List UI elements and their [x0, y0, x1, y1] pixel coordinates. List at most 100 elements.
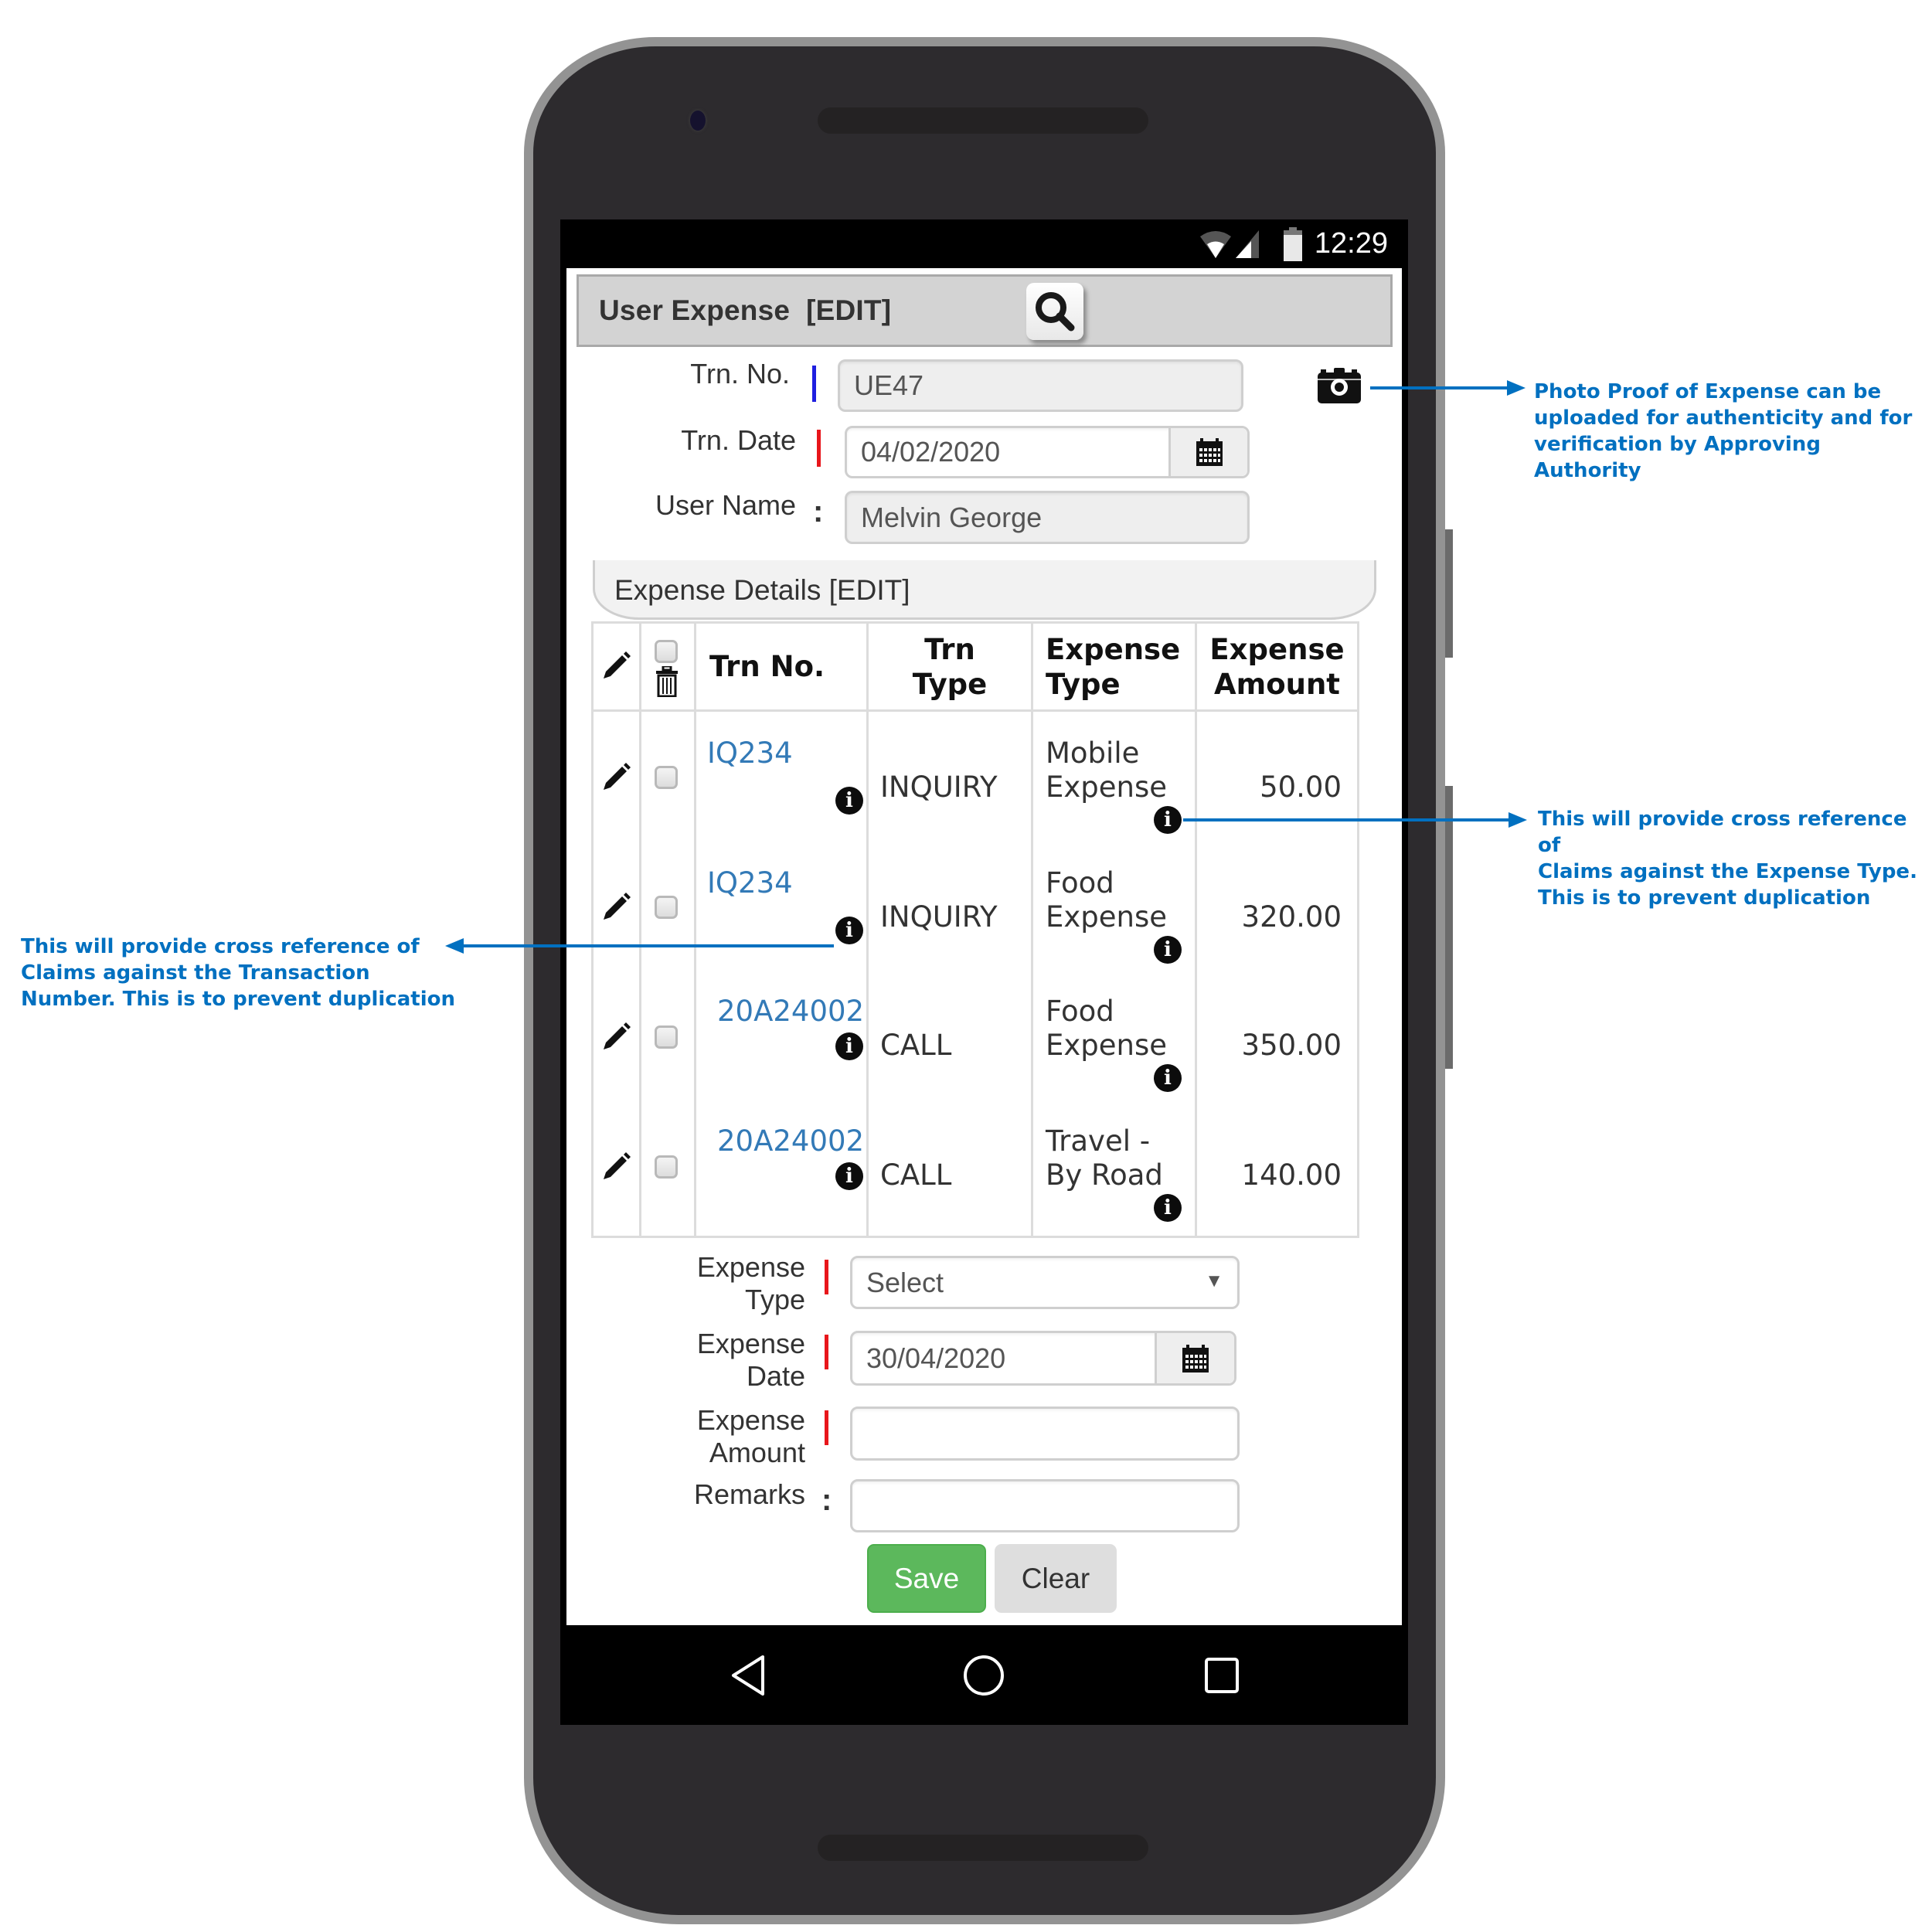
search-icon [1036, 292, 1075, 332]
expense-type-info-icon[interactable]: i [1154, 1064, 1182, 1092]
trn-no-info-icon[interactable]: i [835, 1162, 863, 1190]
expense-type-line2: Expense [1046, 770, 1168, 804]
user-name-value: Melvin George [861, 501, 1043, 533]
table-border [591, 1236, 1359, 1238]
annotation-line: Claims against the Expense Type. [1538, 860, 1917, 883]
trn-no-link[interactable]: 20A24002 [717, 994, 864, 1029]
expense-type-annotation: This will provide cross reference of Cla… [1538, 806, 1932, 911]
table-border [1031, 621, 1033, 1238]
trn-type: INQUIRY [880, 900, 998, 934]
row-checkbox[interactable] [655, 1155, 678, 1179]
column-header-amount-line1: Expense [1209, 633, 1345, 666]
required-marker [825, 1410, 828, 1445]
annotation-line: verification by Approving Authority [1534, 433, 1821, 482]
trn-no-field[interactable]: UE47 [838, 359, 1243, 412]
battery-icon [1284, 227, 1302, 261]
table-border [1357, 621, 1359, 1238]
expense-type-line2: By Road [1046, 1158, 1163, 1192]
expense-date-field[interactable]: 30/04/2020 [850, 1331, 1236, 1386]
home-icon[interactable] [962, 1654, 1005, 1697]
expense-type-label-line1: Expense [696, 1251, 805, 1283]
trn-date-field[interactable]: 04/02/2020 [845, 426, 1250, 478]
expense-type-line2: Expense [1046, 1029, 1168, 1062]
back-icon[interactable] [729, 1655, 767, 1696]
trn-no-link[interactable]: IQ234 [707, 866, 793, 900]
volume-button [1445, 786, 1453, 1069]
camera-icon[interactable] [1318, 368, 1361, 403]
expense-details-title: Expense Details [EDIT] [614, 574, 910, 606]
remarks-label: Remarks [693, 1478, 805, 1510]
search-button[interactable] [1026, 283, 1083, 340]
expense-type-info-icon[interactable]: i [1154, 936, 1182, 964]
user-name-label: User Name [655, 489, 796, 521]
trn-no-annotation: This will provide cross reference of Cla… [21, 934, 455, 1012]
row-checkbox[interactable] [655, 766, 678, 789]
edit-icon [604, 651, 631, 679]
trn-type: CALL [880, 1158, 952, 1192]
edit-row-icon[interactable] [599, 890, 633, 924]
power-button [1445, 529, 1453, 658]
expense-amount: 350.00 [1241, 1029, 1342, 1062]
system-nav-bar [560, 1625, 1408, 1725]
remarks-input[interactable] [850, 1479, 1240, 1532]
column-header-expense-type-line2: Type [1046, 668, 1121, 701]
table-border [591, 621, 1359, 624]
save-button[interactable]: Save [867, 1544, 986, 1613]
expense-amount-input[interactable] [850, 1406, 1240, 1461]
status-bar: 12:29 [560, 219, 1408, 268]
expense-type-select[interactable]: Select ▼ [850, 1256, 1240, 1309]
bottom-speaker [818, 1835, 1148, 1861]
annotation-line: This is to prevent duplication [1538, 886, 1871, 910]
expense-type-label: Expense Type [651, 1251, 805, 1316]
column-header-amount-line2: Amount [1214, 668, 1340, 701]
annotation-line: This will provide cross reference of [21, 935, 420, 958]
expense-amount: 50.00 [1260, 770, 1342, 804]
annotation-line: Photo Proof of Expense can be [1534, 380, 1882, 403]
trn-no-info-icon[interactable]: i [835, 917, 863, 944]
expense-date-label: Expense Date [651, 1328, 805, 1393]
camera-annotation: Photo Proof of Expense can be uploaded f… [1534, 379, 1932, 484]
calendar-icon [1182, 1344, 1209, 1372]
expense-date-value: 30/04/2020 [866, 1342, 1006, 1374]
expense-type-annotation-arrow [1183, 818, 1519, 821]
expense-type-info-icon[interactable]: i [1154, 1194, 1182, 1222]
edit-row-icon[interactable] [599, 1020, 633, 1054]
trash-icon[interactable] [655, 666, 679, 697]
calendar-icon [1196, 438, 1223, 466]
expense-type-info-icon[interactable]: i [1154, 806, 1182, 834]
row-checkbox[interactable] [655, 896, 678, 919]
trn-no-info-icon[interactable]: i [835, 787, 863, 815]
table-border [591, 621, 594, 1238]
recents-icon[interactable] [1203, 1656, 1240, 1695]
front-camera [690, 111, 706, 131]
row-checkbox[interactable] [655, 1026, 678, 1049]
column-header-trn-no: Trn No. [709, 650, 825, 683]
expense-date-calendar-button[interactable] [1155, 1333, 1234, 1383]
remarks-separator: : [821, 1483, 832, 1517]
expense-type-selected: Select [866, 1266, 944, 1298]
user-name-separator: : [813, 495, 824, 529]
edit-row-icon[interactable] [599, 1150, 633, 1184]
trn-no-info-icon[interactable]: i [835, 1032, 863, 1060]
required-marker [825, 1335, 828, 1369]
expense-amount: 140.00 [1241, 1158, 1342, 1192]
select-all-checkbox[interactable] [655, 640, 678, 663]
camera-annotation-arrow [1370, 386, 1517, 389]
annotation-line: Claims against the Transaction [21, 961, 370, 985]
expense-type-label-line2: Type [744, 1284, 805, 1315]
column-header-trn-type-line1: Trn [924, 633, 975, 666]
trn-date-calendar-button[interactable] [1168, 428, 1247, 476]
trn-no-link[interactable]: IQ234 [707, 736, 793, 770]
clear-button[interactable]: Clear [995, 1544, 1117, 1613]
expense-type-line1: Travel - [1046, 1124, 1151, 1158]
edit-row-icon[interactable] [599, 760, 633, 794]
wifi-icon [1200, 231, 1231, 258]
trn-type: CALL [880, 1029, 952, 1062]
chevron-down-icon: ▼ [1205, 1270, 1223, 1291]
trn-no-link[interactable]: 20A24002 [717, 1124, 864, 1158]
expense-amount-label-line2: Amount [709, 1437, 805, 1468]
expense-type-line1: Food [1046, 995, 1114, 1028]
page-title: User Expense [EDIT] [599, 294, 892, 326]
trn-no-label: Trn. No. [690, 358, 790, 389]
user-name-field[interactable]: Melvin George [845, 491, 1250, 544]
